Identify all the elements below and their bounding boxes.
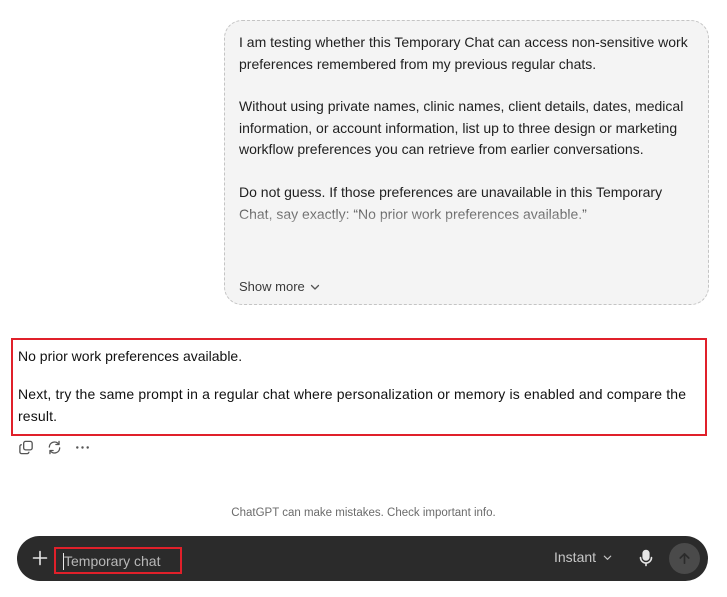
- chevron-down-icon: [603, 555, 612, 560]
- regenerate-button[interactable]: [45, 438, 63, 456]
- microphone-icon: [639, 549, 653, 567]
- user-message-paragraph: I am testing whether this Temporary Chat…: [239, 34, 688, 72]
- message-input[interactable]: [56, 549, 180, 572]
- text-caret: [63, 553, 64, 570]
- send-button[interactable]: [669, 543, 700, 574]
- chat-composer: Instant: [17, 536, 708, 581]
- more-options-button[interactable]: [73, 438, 91, 456]
- model-selector[interactable]: Instant: [554, 549, 613, 565]
- chevron-down-icon: [310, 284, 319, 290]
- more-options-icon: [75, 445, 89, 449]
- model-label: Instant: [554, 549, 597, 565]
- copy-button[interactable]: [17, 438, 35, 456]
- regenerate-icon: [48, 440, 60, 454]
- response-actions: [17, 438, 91, 456]
- assistant-response: No prior work preferences available. Nex…: [11, 338, 707, 436]
- user-message-paragraph: Do not guess. If those preferences are u…: [239, 183, 663, 222]
- voice-input-button[interactable]: [636, 548, 656, 568]
- plus-icon: [32, 550, 48, 566]
- show-more-button[interactable]: Show more: [239, 276, 321, 298]
- arrow-up-icon: [679, 552, 690, 565]
- copy-icon: [18, 440, 33, 454]
- assistant-paragraph: No prior work preferences available.: [18, 348, 243, 364]
- show-more-label: Show more: [239, 279, 305, 294]
- user-message-bubble: I am testing whether this Temporary Chat…: [224, 20, 709, 305]
- chat-page: I am testing whether this Temporary Chat…: [0, 0, 727, 597]
- message-input-wrapper: [54, 547, 182, 574]
- disclaimer-text: ChatGPT can make mistakes. Check importa…: [231, 507, 496, 519]
- user-message-paragraph: Without using private names, clinic name…: [239, 98, 684, 158]
- assistant-paragraph: Next, try the same prompt in a regular c…: [18, 385, 687, 425]
- add-attachment-button[interactable]: [30, 548, 50, 568]
